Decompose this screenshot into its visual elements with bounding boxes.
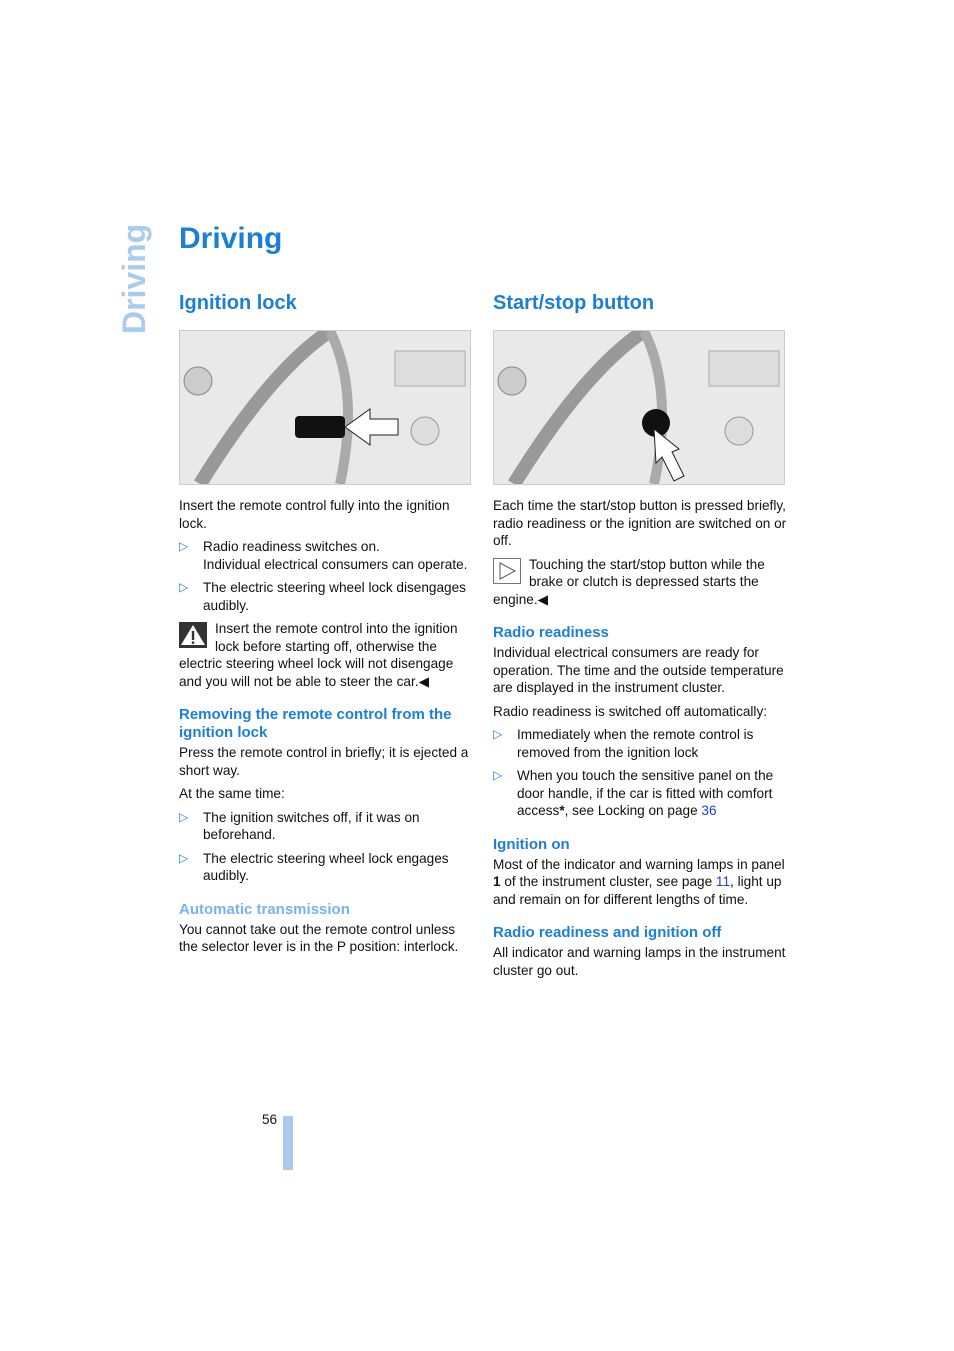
bullet-text: Radio readiness switches on.: [203, 539, 380, 554]
page-link-36[interactable]: 36: [701, 803, 716, 818]
right-column: Start/stop button Each time the start/st…: [493, 290, 788, 985]
list-item: ▷ Radio readiness switches on. Individual …: [179, 538, 474, 573]
list-item: ▷ The electric steering wheel lock engage…: [179, 850, 474, 885]
panel-number: 1: [493, 874, 501, 889]
same-time-text: At the same time:: [179, 786, 285, 801]
page-marker-bar: [283, 1116, 293, 1170]
automatic-transmission-heading: Automatic transmission: [179, 900, 350, 918]
section-tab: Driving: [116, 224, 156, 340]
page-title: Driving: [179, 222, 283, 255]
text: Most of the indicator and warning lamps …: [493, 856, 785, 872]
ignition-on-text: Most of the indicator and warning lamps …: [493, 856, 788, 909]
list-item: ▷ The ignition switches off, if it was on…: [179, 809, 474, 844]
intro-text: Each time the start/stop button is press…: [493, 498, 787, 548]
page-number: 56: [262, 1112, 278, 1127]
bullet-triangle-icon: ▷: [179, 580, 189, 594]
bullet-triangle-icon: ▷: [179, 539, 189, 553]
tip-text: Touching the start/stop button while the…: [493, 556, 765, 607]
list-item: ▷ When you touch the sensitive panel on t…: [493, 767, 788, 820]
ignition-lock-heading: Ignition lock: [179, 292, 297, 314]
manual-page: Driving Driving Ignition lock Insert the…: [0, 0, 954, 1351]
ignition-on-heading: Ignition on: [493, 835, 570, 853]
play-note-icon: [493, 557, 521, 584]
bullet-triangle-icon: ▷: [179, 850, 189, 865]
ignition-off-text: All indicator and warning lamps in the i…: [493, 945, 786, 978]
bullet-text: The ignition switches off, if it was on …: [203, 809, 420, 843]
bullet-text: The electric steering wheel lock engages…: [203, 850, 449, 884]
bullet-text: , see Locking on page: [564, 803, 702, 818]
bullet-triangle-icon: ▷: [493, 727, 503, 741]
ignition-lock-illustration: [179, 325, 471, 488]
radio-readiness-text: Individual electrical consumers are read…: [493, 645, 784, 695]
intro-text: Insert the remote control fully into the…: [179, 498, 450, 531]
automatic-transmission-text: You cannot take out the remote control u…: [179, 921, 459, 955]
end-mark-icon: ◀: [537, 591, 549, 607]
start-stop-illustration: [493, 325, 785, 488]
end-mark-icon: ◀: [418, 673, 430, 689]
warning-text: Insert the remote control into the ignit…: [179, 621, 458, 689]
bullet-text: Individual electrical consumers can oper…: [203, 556, 468, 572]
page-link-11[interactable]: 11: [716, 874, 730, 889]
section-tab-label: Driving: [116, 223, 152, 334]
start-stop-heading: Start/stop button: [493, 292, 655, 314]
list-item: ▷ The electric steering wheel lock diseng…: [179, 579, 474, 614]
warning-icon: [179, 622, 207, 648]
removing-heading: Removing the remote control from the ign…: [179, 706, 452, 741]
warning-note: Insert the remote control into the ignit…: [179, 620, 474, 690]
bullet-triangle-icon: ▷: [493, 768, 503, 782]
text: of the instrument cluster, see page: [500, 874, 716, 889]
list-item: ▷ Immediately when the remote control is …: [493, 726, 788, 761]
removing-text: Press the remote control in briefly; it …: [179, 745, 469, 778]
radio-readiness-heading: Radio readiness: [493, 624, 609, 641]
auto-off-text: Radio readiness is switched off automati…: [493, 703, 768, 719]
ignition-off-heading: Radio readiness and ignition off: [493, 924, 722, 941]
left-column: Ignition lock Insert the remote control …: [179, 290, 474, 962]
tip-note: Touching the start/stop button while the…: [493, 556, 788, 609]
bullet-text: The electric steering wheel lock disenga…: [203, 580, 466, 613]
bullet-triangle-icon: ▷: [179, 809, 189, 824]
bullet-text: Immediately when the remote control is r…: [517, 727, 754, 760]
